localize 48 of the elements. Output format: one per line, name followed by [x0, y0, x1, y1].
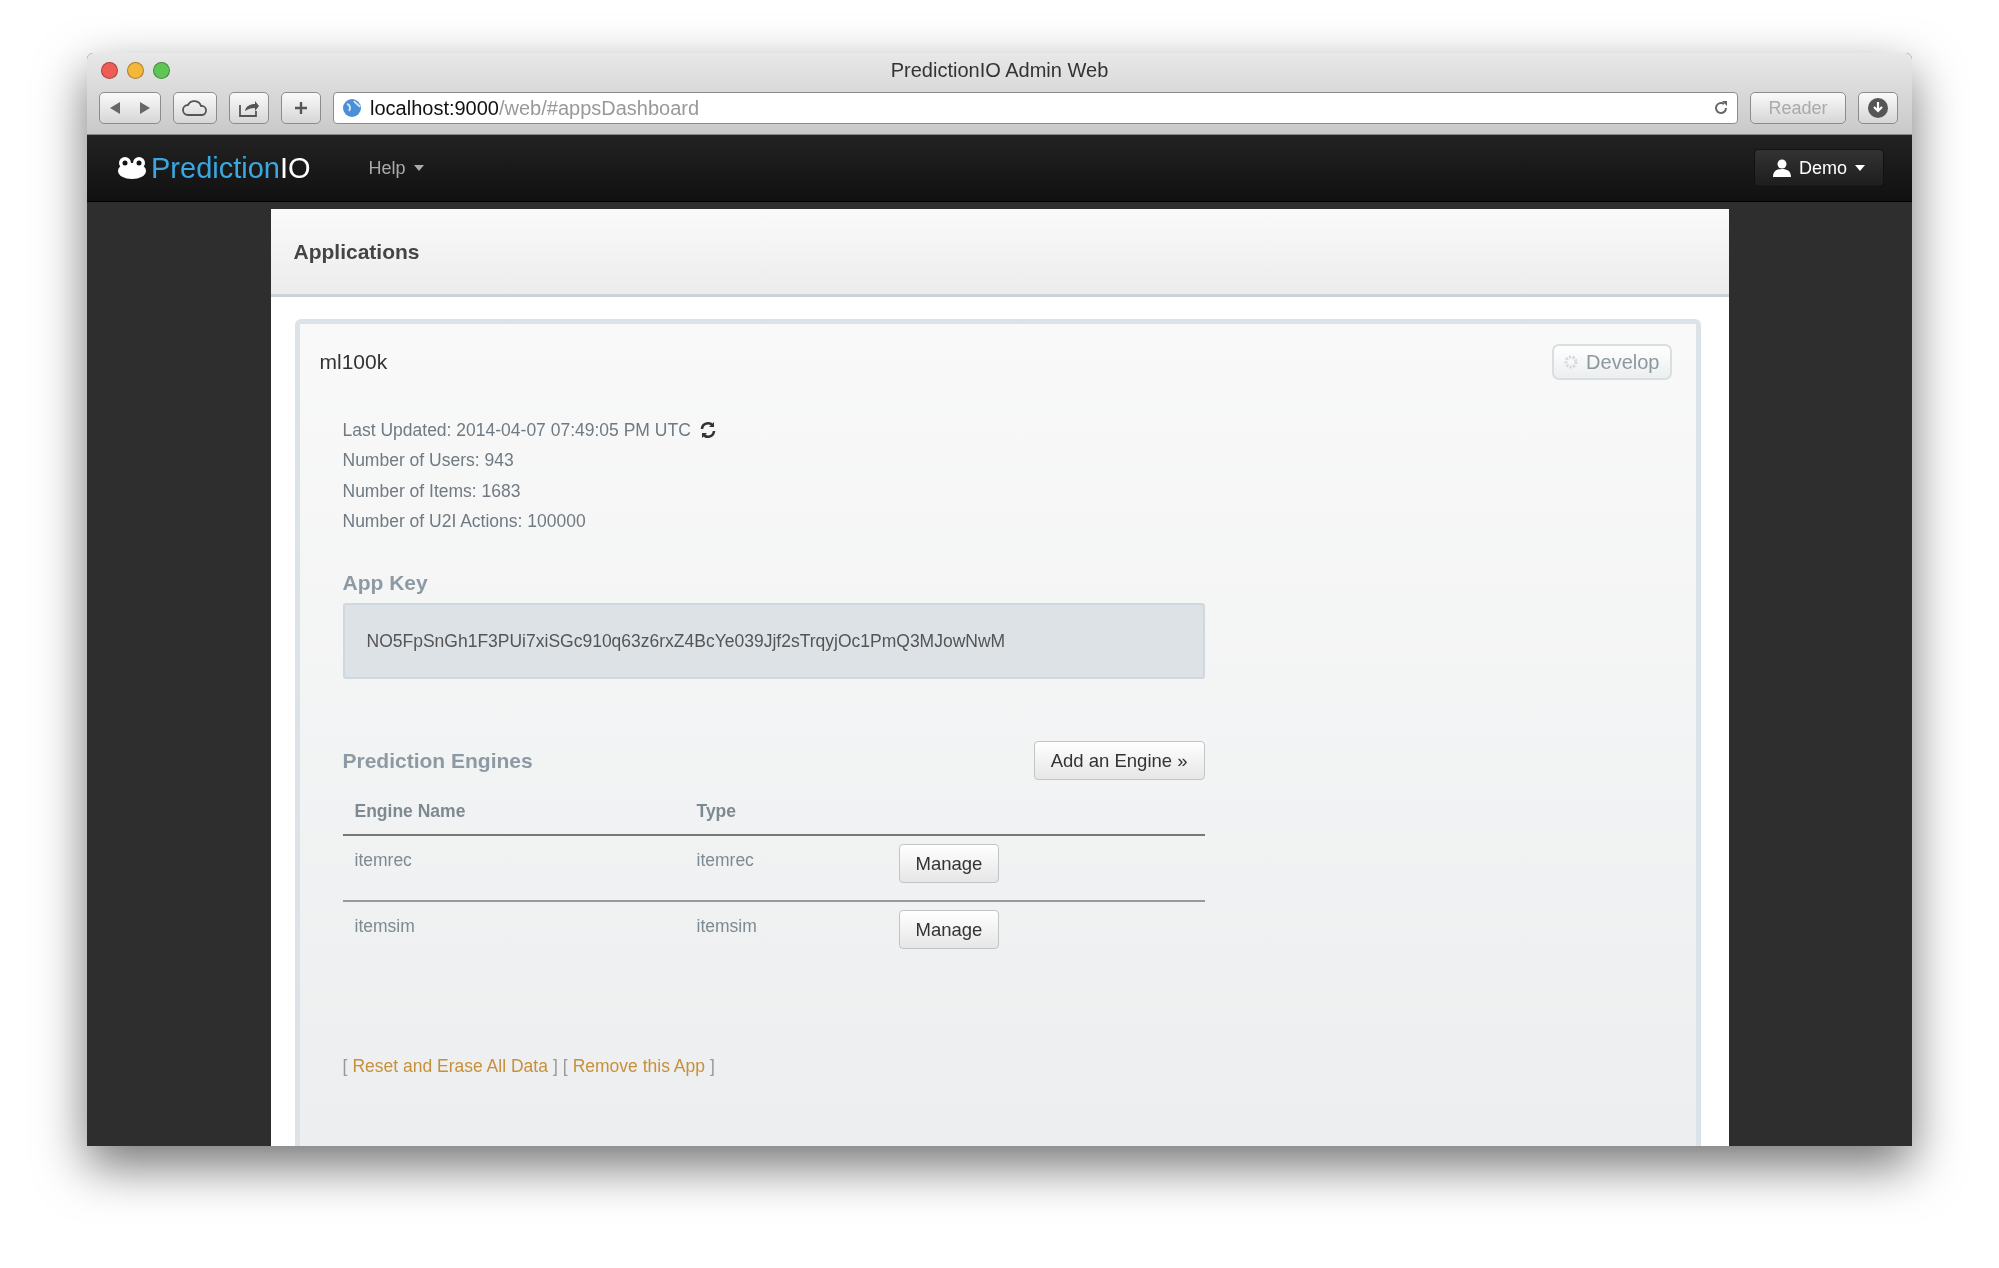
back-forward-icon: [108, 101, 152, 115]
cloud-button[interactable]: [173, 92, 217, 124]
table-cell-text: itemsim: [353, 916, 416, 937]
user-menu[interactable]: Demo: [1754, 149, 1884, 187]
bracket-text: ]: [709, 1056, 715, 1077]
refresh-icon[interactable]: [698, 421, 717, 440]
brand-name[interactable]: PredictionIO: [151, 151, 311, 185]
user-icon: [1773, 159, 1791, 177]
download-icon: [1867, 97, 1889, 119]
minimize-button[interactable]: [127, 61, 144, 79]
bracket-text: ]: [552, 1056, 558, 1077]
caret-icon: [1855, 165, 1865, 171]
column-header: Type: [695, 800, 738, 822]
manage-button[interactable]: Manage: [898, 910, 1000, 949]
column-header: Engine Name: [353, 800, 467, 822]
gear-icon: [1564, 355, 1579, 369]
zoom-button[interactable]: [153, 61, 170, 79]
help-menu[interactable]: Help: [362, 156, 430, 180]
close-button[interactable]: [101, 61, 118, 79]
back-forward-button[interactable]: [99, 92, 161, 124]
manage-button[interactable]: Manage: [898, 844, 1000, 883]
share-icon: [238, 99, 260, 117]
reload-icon[interactable]: [1713, 100, 1729, 116]
app-stat: Last Updated: 2014-04-07 07:49:05 PM UTC: [342, 419, 691, 441]
table-cell-text: itemsim: [695, 916, 758, 937]
share-button[interactable]: [229, 92, 269, 124]
add-engine-button[interactable]: Add an Engine »: [1033, 741, 1205, 780]
bracket-text: [: [342, 1056, 348, 1077]
caret-icon: [413, 165, 424, 171]
app-stat: Number of U2I Actions: 100000: [342, 511, 586, 533]
bracket-text: [: [562, 1056, 568, 1077]
app-key-field[interactable]: NO5FpSnGh1F3PUi7xiSGc910q63z6rxZ4BcYe039Jjf2sTrqyjOc1PmQ3MJowNwM: [342, 603, 1205, 679]
app-name: ml100k: [319, 350, 388, 374]
table-cell-text: itemrec: [353, 850, 413, 871]
table-cell-text: itemrec: [695, 850, 755, 871]
address-field[interactable]: localhost:9000/web/#appsDashboard: [333, 92, 1738, 124]
app-key-heading: App Key: [342, 571, 429, 595]
plus-icon: [294, 101, 308, 115]
frog-logo-icon: [117, 157, 147, 179]
new-tab-button[interactable]: [281, 92, 321, 124]
app-stat: Number of Users: 943: [342, 450, 514, 472]
cloud-icon: [182, 100, 208, 116]
app-stat: Number of Items: 1683: [342, 480, 521, 502]
engines-heading: Prediction Engines: [342, 748, 533, 773]
downloads-button[interactable]: [1858, 92, 1898, 124]
globe-icon: [342, 98, 362, 118]
panel-title: Applications: [293, 239, 420, 264]
window-title: PredictionIO Admin Web: [890, 58, 1109, 82]
